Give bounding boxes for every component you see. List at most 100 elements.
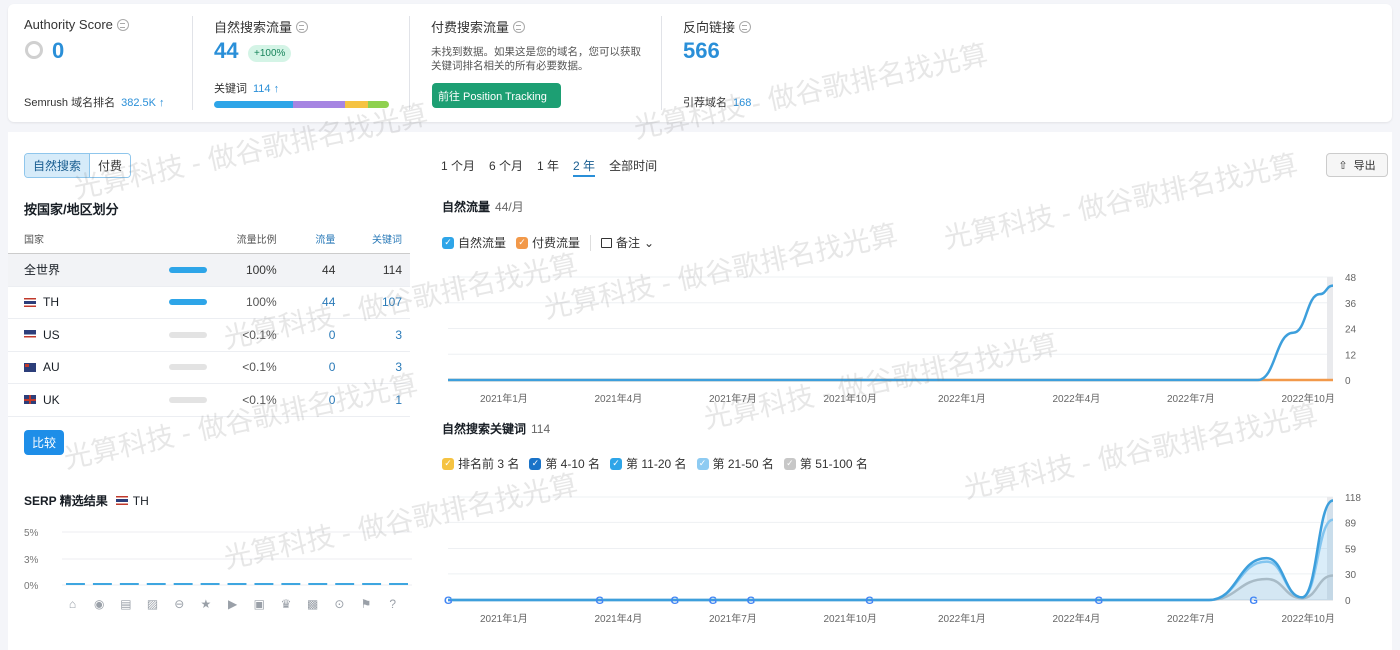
keywords-value[interactable]: 114 (335, 263, 402, 277)
col-country[interactable]: 国家 (24, 231, 169, 246)
tab-organic[interactable]: 自然搜索 (25, 154, 91, 177)
checkbox-icon[interactable]: ✓ (610, 457, 623, 470)
range-option[interactable]: 2 年 (573, 157, 596, 177)
semrush-rank-value[interactable]: 382.5K ↑ (121, 97, 164, 109)
serp-bar (119, 583, 139, 585)
legend-item[interactable]: ✓ 排名前 3 名 (442, 455, 519, 472)
keywords-chart-title: 自然搜索关键词 114 (442, 422, 551, 436)
top-stories-icon[interactable]: ♛ (278, 595, 295, 612)
y-tick-label: 24 (1345, 325, 1357, 336)
traffic-share: <0.1% (242, 360, 277, 375)
featured-snippet-icon[interactable]: ▤ (117, 595, 134, 612)
x-tick-label: 2021年1月 (480, 392, 528, 405)
google-update-icon: G (747, 595, 756, 607)
backlinks-value[interactable]: 566 (683, 38, 720, 64)
checkbox-icon[interactable]: ✓ (783, 457, 796, 470)
keywords-value[interactable]: 3 (335, 328, 402, 342)
keywords-value[interactable]: 1 (335, 393, 402, 407)
country-row[interactable]: AU <0.1% 0 3 (8, 352, 410, 384)
x-tick-label: 2022年10月 (1282, 612, 1335, 625)
x-tick-label: 2021年4月 (595, 392, 643, 405)
share-bar-cell (168, 331, 220, 338)
legend-item[interactable]: ✓ 第 21-50 名 (696, 455, 774, 472)
traffic-value[interactable]: 0 (277, 328, 336, 342)
kw-bar-segment[interactable] (368, 101, 389, 108)
notes-dropdown[interactable]: 备注 ⌄ (601, 234, 654, 251)
serp-country[interactable]: TH (115, 494, 149, 508)
sitelinks-icon[interactable]: ⊖ (171, 595, 188, 612)
range-option[interactable]: 6 个月 (489, 157, 523, 177)
col-keywords[interactable]: 关键词 (335, 231, 402, 246)
range-option[interactable]: 1 个月 (441, 157, 475, 177)
x-tick-label: 2022年4月 (1053, 612, 1101, 625)
legend-label: 第 21-50 名 (712, 457, 774, 471)
position-tracking-button[interactable]: 前往 Position Tracking (432, 83, 561, 108)
traffic-chart-title: 自然流量 44/月 (442, 200, 524, 214)
legend-item[interactable]: ✓ 付费流量 (516, 234, 580, 251)
traffic-value[interactable]: 0 (277, 360, 336, 374)
series-line (448, 574, 1334, 602)
video-icon[interactable]: ▶ (224, 595, 241, 612)
keywords-value[interactable]: 3 (335, 360, 402, 374)
serp-features-title: SERP 精选结果 TH (24, 493, 149, 509)
keywords-value[interactable]: 107 (335, 295, 402, 309)
knowledge-panel-icon[interactable]: ⌂ (64, 595, 81, 612)
comment-icon (601, 237, 613, 248)
flag-th-icon (24, 297, 36, 307)
range-option[interactable]: 1 年 (537, 157, 559, 177)
range-option[interactable]: 全部时间 (609, 157, 657, 177)
col-share[interactable]: 流量比例 (220, 231, 277, 246)
image-icon[interactable]: ▩ (304, 595, 321, 612)
semrush-rank: Semrush 域名排名 382.5K ↑ (24, 97, 165, 109)
col-traffic[interactable]: 流量 (277, 231, 335, 246)
date-range-selector: 1 个月 6 个月 1 年 2 年全部时间 (441, 157, 657, 177)
overview-card: 自然搜索 付费 按国家/地区划分 国家 流量比例 流量 关键词 全世界 100% 4… (8, 132, 1392, 650)
country-name: US (24, 328, 169, 342)
tab-paid[interactable]: 付费 (90, 154, 131, 177)
checkbox-icon[interactable]: ✓ (516, 236, 529, 249)
checkbox-icon[interactable]: ✓ (442, 457, 454, 470)
kw-bar-segment[interactable] (214, 101, 293, 108)
y-tick-label: 36 (1345, 299, 1357, 310)
flag-au-icon (24, 362, 36, 372)
backlinks-title: 反向链接 (683, 17, 752, 36)
export-button[interactable]: ⇧ 导出 (1326, 153, 1388, 177)
legend-item[interactable]: ✓ 第 51-100 名 (783, 455, 868, 472)
upload-icon: ⇧ (1338, 159, 1348, 172)
traffic-value[interactable]: 0 (277, 393, 336, 407)
compare-button[interactable]: 比较 (24, 430, 65, 455)
checkbox-icon[interactable]: ✓ (442, 236, 454, 249)
country-row[interactable]: 全世界 100% 44 114 (8, 254, 410, 287)
country-row[interactable]: UK <0.1% 0 1 (8, 384, 410, 417)
checkbox-icon[interactable]: ✓ (696, 457, 709, 470)
x-tick-label: 2022年4月 (1053, 392, 1101, 405)
globe-icon (116, 18, 129, 31)
image-pack-icon[interactable]: ▨ (144, 595, 161, 612)
share-bar (168, 364, 207, 371)
traffic-value[interactable]: 44 (277, 295, 335, 309)
serp-bar (362, 583, 382, 585)
organic-keywords-value[interactable]: 114 ↑ (253, 83, 279, 95)
people-also-ask-icon[interactable]: ⚑ (358, 595, 375, 612)
series-area (448, 500, 1333, 600)
organic-traffic-value[interactable]: 44 (214, 38, 238, 64)
kw-bar-segment[interactable] (345, 101, 368, 108)
local-pack-icon[interactable]: ◉ (91, 595, 108, 612)
legend-item[interactable]: ✓ 第 11-20 名 (610, 455, 687, 472)
legend-item[interactable]: ✓ 自然流量 (442, 234, 506, 251)
kw-bar-segment[interactable] (292, 101, 346, 108)
featured-video-icon[interactable]: ▣ (251, 595, 268, 612)
reviews-icon[interactable]: ★ (197, 595, 214, 612)
x-tick-label: 2021年1月 (480, 612, 528, 625)
video-carousel-icon[interactable]: ⊙ (331, 595, 348, 612)
country-row[interactable]: US <0.1% 0 3 (8, 319, 410, 352)
country-row[interactable]: TH 100% 44 107 (8, 287, 410, 319)
series-line (448, 284, 1334, 382)
checkbox-icon[interactable]: ✓ (529, 457, 542, 470)
traffic-value[interactable]: 44 (277, 263, 335, 277)
faq-icon[interactable]: ? (384, 595, 401, 612)
serp-bar (335, 583, 355, 585)
referring-domains-value[interactable]: 168 (733, 97, 751, 109)
traffic-share: 100% (245, 295, 277, 310)
legend-item[interactable]: ✓ 第 4-10 名 (529, 455, 600, 472)
